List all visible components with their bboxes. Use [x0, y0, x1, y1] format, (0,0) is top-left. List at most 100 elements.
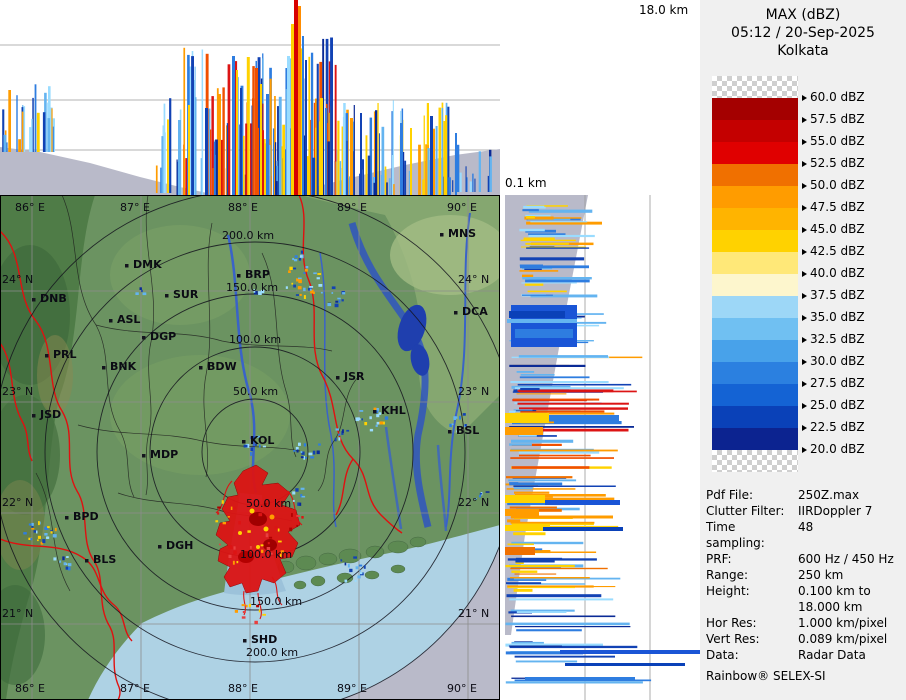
- legend-label-text: 60.0 dBZ: [810, 90, 865, 104]
- station-marker-icon: [199, 366, 203, 370]
- station-label: ASL: [117, 313, 140, 326]
- legend-label-text: 45.0 dBZ: [810, 222, 865, 236]
- metadata-row: Vert Res: 0.089 km/pixel: [706, 631, 904, 647]
- legend-tick-icon: [802, 182, 807, 189]
- metadata-row: Hor Res: 1.000 km/pixel: [706, 615, 904, 631]
- map-lon-label: 89° E: [337, 682, 367, 695]
- product-datetime: 05:12 / 20-Sep-2025: [731, 25, 875, 41]
- map-lon-label: 86° E: [15, 682, 45, 695]
- station-marker-icon: [242, 440, 246, 444]
- map-lat-label: 23° N: [2, 385, 33, 398]
- legend-label-text: 30.0 dBZ: [810, 354, 865, 368]
- station-marker-icon: [142, 454, 146, 458]
- metadata-key: Data:: [706, 648, 739, 662]
- legend-color-cell: [712, 318, 798, 340]
- station-name: Kolkata: [777, 43, 829, 59]
- legend-label-text: 40.0 dBZ: [810, 266, 865, 280]
- legend-color-cell: [712, 450, 798, 472]
- station-label: DNB: [40, 292, 67, 305]
- legend-label-text: 50.0 dBZ: [810, 178, 865, 192]
- station-marker-icon: [32, 414, 36, 418]
- legend-color-cell: [712, 164, 798, 186]
- station-marker-icon: [125, 264, 129, 268]
- legend-color-cell: [712, 208, 798, 230]
- metadata-row: Height: 0.100 km to 18.000 km: [706, 583, 904, 615]
- legend-color-cell: [712, 98, 798, 120]
- station-label: SUR: [173, 288, 199, 301]
- legend-tick-icon: [802, 292, 807, 299]
- station-label: DGH: [166, 539, 193, 552]
- station-label: DCA: [462, 305, 488, 318]
- legend-color-cell: [712, 252, 798, 274]
- station-label: PRL: [53, 348, 77, 361]
- legend-label-text: 57.5 dBZ: [810, 112, 865, 126]
- legend-tick-icon: [802, 270, 807, 277]
- station-marker-icon: [243, 639, 247, 643]
- metadata-row: Clutter Filter: IIRDoppler 7: [706, 503, 904, 519]
- top-cross-section-panel: [0, 0, 500, 196]
- metadata-key: PRF:: [706, 552, 732, 566]
- station-marker-icon: [85, 559, 89, 563]
- range-ring-label: 100.0 km: [229, 333, 281, 346]
- legend-tick-icon: [802, 160, 807, 167]
- legend-label: 27.5 dBZ: [802, 376, 865, 391]
- legend-color-cell: [712, 406, 798, 428]
- legend-label: 22.5 dBZ: [802, 420, 865, 435]
- station-label: BLS: [93, 553, 116, 566]
- station-marker-icon: [32, 298, 36, 302]
- radar-map-panel: 86° E 86° E 87° E 87° E 88° E 88° E 89° E 89° E…: [0, 189, 518, 700]
- map-lon-label: 86° E: [15, 201, 45, 214]
- station-label: DMK: [133, 258, 162, 271]
- legend-label: 52.5 dBZ: [802, 156, 865, 171]
- station-label: SHD: [251, 633, 277, 646]
- legend-label: 30.0 dBZ: [802, 354, 865, 369]
- station-label: BNK: [110, 360, 137, 373]
- station-label: BSL: [456, 424, 479, 437]
- legend-label-text: 27.5 dBZ: [810, 376, 865, 390]
- product-title: MAX (dBZ): [765, 7, 841, 23]
- metadata-key: Vert Res:: [706, 632, 760, 646]
- metadata-value: 250Z.max: [798, 488, 860, 502]
- metadata-table: Pdf File: 250Z.max Clutter Filter: IIRDoppl…: [706, 487, 904, 663]
- legend-color-cell: [712, 76, 798, 98]
- station-label: BDW: [207, 360, 237, 373]
- metadata-value: 0.100 km to 18.000 km: [798, 584, 871, 614]
- legend-label-text: 22.5 dBZ: [810, 420, 865, 434]
- map-lon-label: 90° E: [447, 682, 477, 695]
- metadata-key: Clutter Filter:: [706, 504, 785, 518]
- map-lon-label: 88° E: [228, 682, 258, 695]
- legend-tick-icon: [802, 358, 807, 365]
- station-label: BRP: [245, 268, 270, 281]
- metadata-key: Time sampling:: [706, 520, 765, 550]
- legend-tick-icon: [802, 336, 807, 343]
- legend-label-text: 55.0 dBZ: [810, 134, 865, 148]
- metadata-value: 0.089 km/pixel: [798, 632, 888, 646]
- map-lat-label: 22° N: [458, 496, 489, 509]
- legend-label: 50.0 dBZ: [802, 178, 865, 193]
- metadata-value: 1.000 km/pixel: [798, 616, 888, 630]
- range-ring-label: 200.0 km: [246, 646, 298, 659]
- legend-label: 57.5 dBZ: [802, 112, 865, 127]
- station-marker-icon: [454, 311, 458, 315]
- station-marker-icon: [440, 233, 444, 237]
- legend-color-cell: [712, 428, 798, 450]
- station-label: MNS: [448, 227, 476, 240]
- map-lat-label: 21° N: [2, 607, 33, 620]
- station-label: JSR: [343, 370, 365, 383]
- legend-label-text: 25.0 dBZ: [810, 398, 865, 412]
- map-lat-label: 23° N: [458, 385, 489, 398]
- legend-label: 60.0 dBZ: [802, 90, 865, 105]
- legend-label-text: 52.5 dBZ: [810, 156, 865, 170]
- legend-tick-icon: [802, 226, 807, 233]
- station-label: BPD: [73, 510, 99, 523]
- legend-color-cell: [712, 384, 798, 406]
- legend-labels: 60.0 dBZ 57.5 dBZ 55.0 dBZ 52.5 dBZ 50.0 dBZ…: [802, 76, 904, 486]
- station-label: KHL: [381, 404, 406, 417]
- height-axis-max-label: 18.0 km: [639, 3, 689, 17]
- legend-tick-icon: [802, 402, 807, 409]
- station-marker-icon: [142, 336, 146, 340]
- station-marker-icon: [65, 516, 69, 520]
- top-cross-section: [0, 0, 500, 196]
- range-ring-label: 50.0 km: [246, 497, 291, 510]
- legend-color-cell: [712, 296, 798, 318]
